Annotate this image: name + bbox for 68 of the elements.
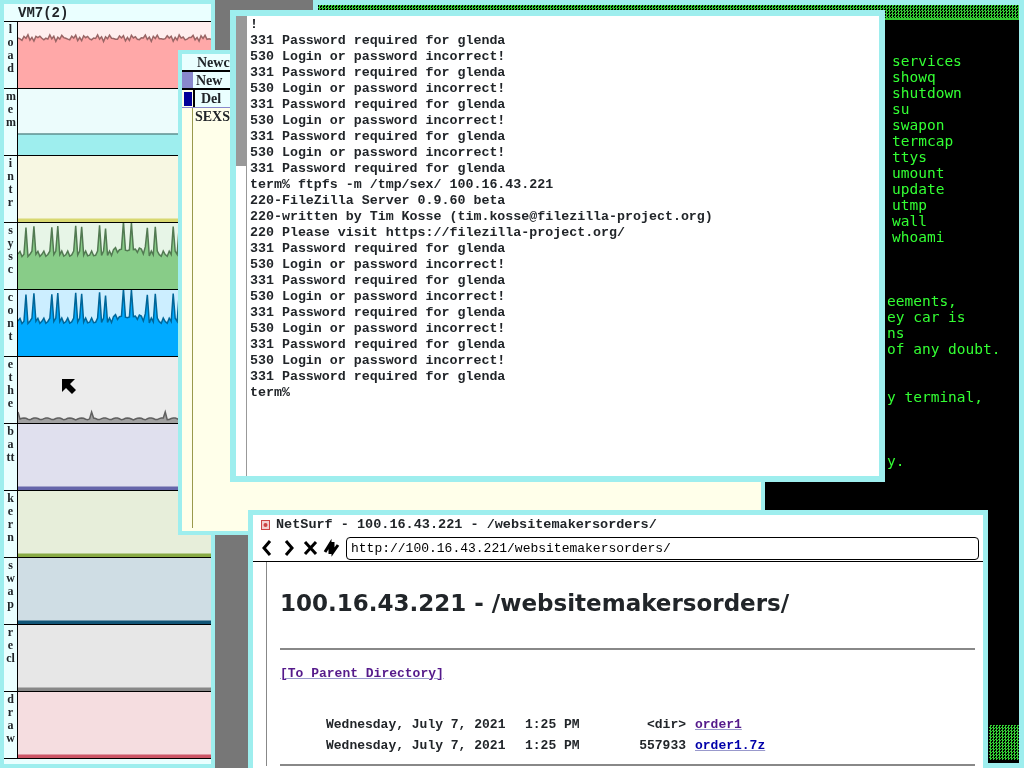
terminal-line: ! [250,17,258,33]
terminal-line: 331 Password required for glenda [250,161,506,177]
terminal-line: 331 Password required for glenda [250,273,506,289]
terminal-line: term% ftpfs -m /tmp/sex/ 100.16.43.221 [250,177,554,193]
terminal-line: 220-FileZilla Server 0.9.60 beta [250,193,506,209]
terminal-line: 331 Password required for glenda [250,241,506,257]
date-text: Wednesday, July 7, 2021 [326,736,507,755]
file-link[interactable]: order1.7z [695,737,766,753]
command-text: termcap [892,133,955,149]
time-text: 1:25 PM [525,736,581,755]
page-heading: 100.16.43.221 - /websitemakersorders/ [280,589,791,618]
parent-directory-link[interactable]: [To Parent Directory] [280,665,444,681]
stop-button[interactable] [301,538,320,558]
terminal-text: ey car is [887,309,967,325]
command-text: utmp [892,197,928,213]
body-text: SEXS [194,108,231,126]
size-text: <dir> [646,715,687,734]
time-text: 1:25 PM [525,715,581,734]
mouse-pointer-icon [61,378,77,396]
terminal-line: 220 Please visit https://filezilla-project.org/ [250,225,626,241]
terminal-text: ns [887,325,906,341]
terminal-line: 530 Login or password incorrect! [250,353,506,369]
command-text: swapon [892,117,946,133]
terminal-line: 530 Login or password incorrect! [250,145,506,161]
terminal-text: of any doubt. [887,341,1001,357]
terminal-line: term% [250,385,290,401]
terminal-line: 220-written by Tim Kosse (tim.kosse@filezilla-project.org) [250,209,713,225]
graph-label: swap [6,559,15,611]
terminal-line: 331 Password required for glenda [250,305,506,321]
graph-label: sysc [6,224,15,276]
terminal-line: 530 Login or password incorrect! [250,321,506,337]
graph-label: recl [6,626,15,665]
graph-label: load [6,23,15,75]
command-text: su [892,101,911,117]
terminal-line: 530 Login or password incorrect! [250,289,506,305]
size-text: 557933 [638,736,687,755]
graph-label: batt [6,425,15,464]
command-text: ttys [892,149,928,165]
command-text: update [892,181,946,197]
command-text: showq [892,69,937,85]
graph-label: intr [6,157,15,209]
url-field[interactable]: http://100.16.43.221/websitemakersorders/ [346,536,979,560]
command-text: shutdown [892,85,962,101]
command-text: services [892,53,962,69]
terminal-line: 331 Password required for glenda [250,129,506,145]
command-text: umount [892,165,946,181]
date-text: Wednesday, July 7, 2021 [326,715,507,734]
terminal-line: 530 Login or password incorrect! [250,113,506,129]
graph-label: ethe [6,358,15,410]
window-handle[interactable] [184,92,192,106]
terminal-text: y terminal, [887,389,984,405]
terminal-text: y. [887,453,905,469]
terminal-line: 331 Password required for glenda [250,33,506,49]
terminal-line: 331 Password required for glenda [250,337,506,353]
graph-label: kern [6,492,15,544]
graph-label: mem [6,90,15,129]
column-handle [182,72,193,88]
terminal-line: 530 Login or password incorrect! [250,257,506,273]
graph-label: draw [6,693,15,745]
file-link[interactable]: order1 [695,716,742,732]
reload-button[interactable] [322,538,341,558]
command-text: whoami [892,229,946,245]
command-text: wall [892,213,928,229]
terminal-line: 331 Password required for glenda [250,369,506,385]
graph-label: cont [6,291,15,343]
window-title: NetSurf - 100.16.43.221 - /websitemakersorders/ [276,515,657,534]
terminal-text: eements, [887,293,958,309]
app-icon [261,520,270,530]
